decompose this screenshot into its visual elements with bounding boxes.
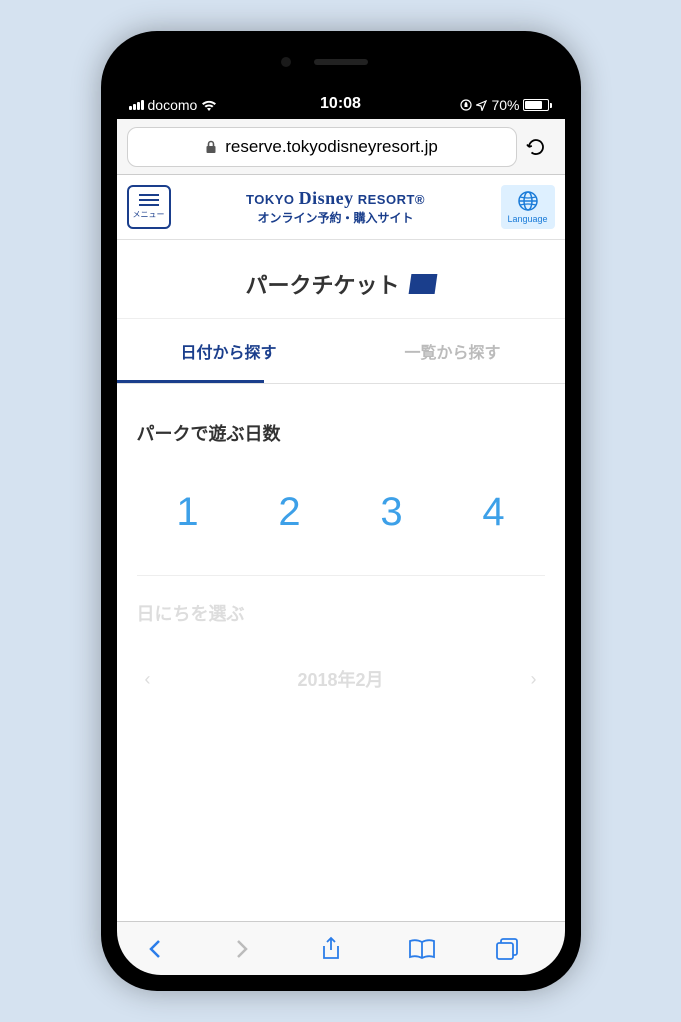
prev-month-button[interactable]: ‹ (145, 669, 151, 690)
day-options: 1 2 3 4 (137, 470, 545, 575)
day-option-1[interactable]: 1 (176, 490, 198, 535)
language-button[interactable]: Language (501, 185, 555, 229)
lock-icon (205, 140, 217, 154)
phone-screen: docomo 10:08 70% reserve.tokyodisneyreso… (117, 47, 565, 975)
tabs-icon (495, 937, 519, 961)
status-right: 70% (411, 97, 552, 113)
tabs-button[interactable] (495, 937, 535, 961)
ticket-icon (408, 274, 437, 294)
battery-percent: 70% (491, 97, 519, 113)
brand-line1: TOKYO Disney RESORT® (171, 188, 501, 209)
chevron-left-icon (146, 937, 164, 961)
share-button[interactable] (320, 936, 360, 962)
section-divider (137, 575, 545, 576)
signal-icon (129, 100, 144, 110)
forward-button[interactable] (233, 937, 273, 961)
hamburger-icon (139, 194, 159, 206)
language-label: Language (507, 214, 547, 224)
refresh-button[interactable] (525, 136, 555, 158)
tab-indicator (117, 380, 265, 383)
day-option-3[interactable]: 3 (380, 490, 402, 535)
day-option-4[interactable]: 4 (482, 490, 504, 535)
bookmarks-button[interactable] (408, 938, 448, 960)
main-content: パークで遊ぶ日数 1 2 3 4 日にちを選ぶ ‹ 2018年2月 › (117, 384, 565, 921)
status-left: docomo (129, 97, 270, 113)
lock-rotation-icon (460, 99, 472, 111)
app-header: メニュー TOKYO Disney RESORT® オンライン予約・購入サイト … (117, 175, 565, 240)
next-month-button[interactable]: › (531, 669, 537, 690)
tab-by-list[interactable]: 一覧から探す (341, 319, 565, 383)
chevron-right-icon (233, 937, 251, 961)
menu-button[interactable]: メニュー (127, 185, 171, 229)
tab-by-date[interactable]: 日付から探す (117, 319, 341, 383)
page-title: パークチケット (245, 268, 399, 300)
date-section-disabled: 日にちを選ぶ ‹ 2018年2月 › (137, 600, 545, 700)
url-text: reserve.tokyodisneyresort.jp (225, 137, 438, 157)
day-option-2[interactable]: 2 (278, 490, 300, 535)
battery-icon (523, 99, 552, 111)
refresh-icon (525, 136, 547, 158)
carrier-label: docomo (148, 97, 198, 113)
date-section-title: 日にちを選ぶ (137, 600, 545, 626)
month-label: 2018年2月 (297, 666, 383, 692)
page-title-bar: パークチケット (117, 240, 565, 319)
location-icon (476, 100, 487, 111)
search-tabs: 日付から探す 一覧から探す (117, 319, 565, 384)
clock: 10:08 (270, 95, 411, 113)
share-icon (320, 936, 342, 962)
menu-label: メニュー (133, 209, 165, 220)
phone-camera (281, 57, 291, 67)
ios-status-bar: docomo 10:08 70% (117, 47, 565, 119)
globe-icon (517, 190, 539, 212)
month-navigator: ‹ 2018年2月 › (137, 650, 545, 700)
safari-toolbar (117, 921, 565, 975)
book-icon (408, 938, 436, 960)
back-button[interactable] (146, 937, 186, 961)
wifi-icon (201, 99, 217, 111)
url-field[interactable]: reserve.tokyodisneyresort.jp (127, 127, 517, 167)
brand-logo[interactable]: TOKYO Disney RESORT® オンライン予約・購入サイト (171, 188, 501, 226)
days-section-title: パークで遊ぶ日数 (137, 420, 545, 446)
phone-speaker (314, 59, 368, 65)
safari-address-bar: reserve.tokyodisneyresort.jp (117, 119, 565, 175)
brand-line2: オンライン予約・購入サイト (171, 209, 501, 226)
phone-frame: docomo 10:08 70% reserve.tokyodisneyreso… (101, 31, 581, 991)
